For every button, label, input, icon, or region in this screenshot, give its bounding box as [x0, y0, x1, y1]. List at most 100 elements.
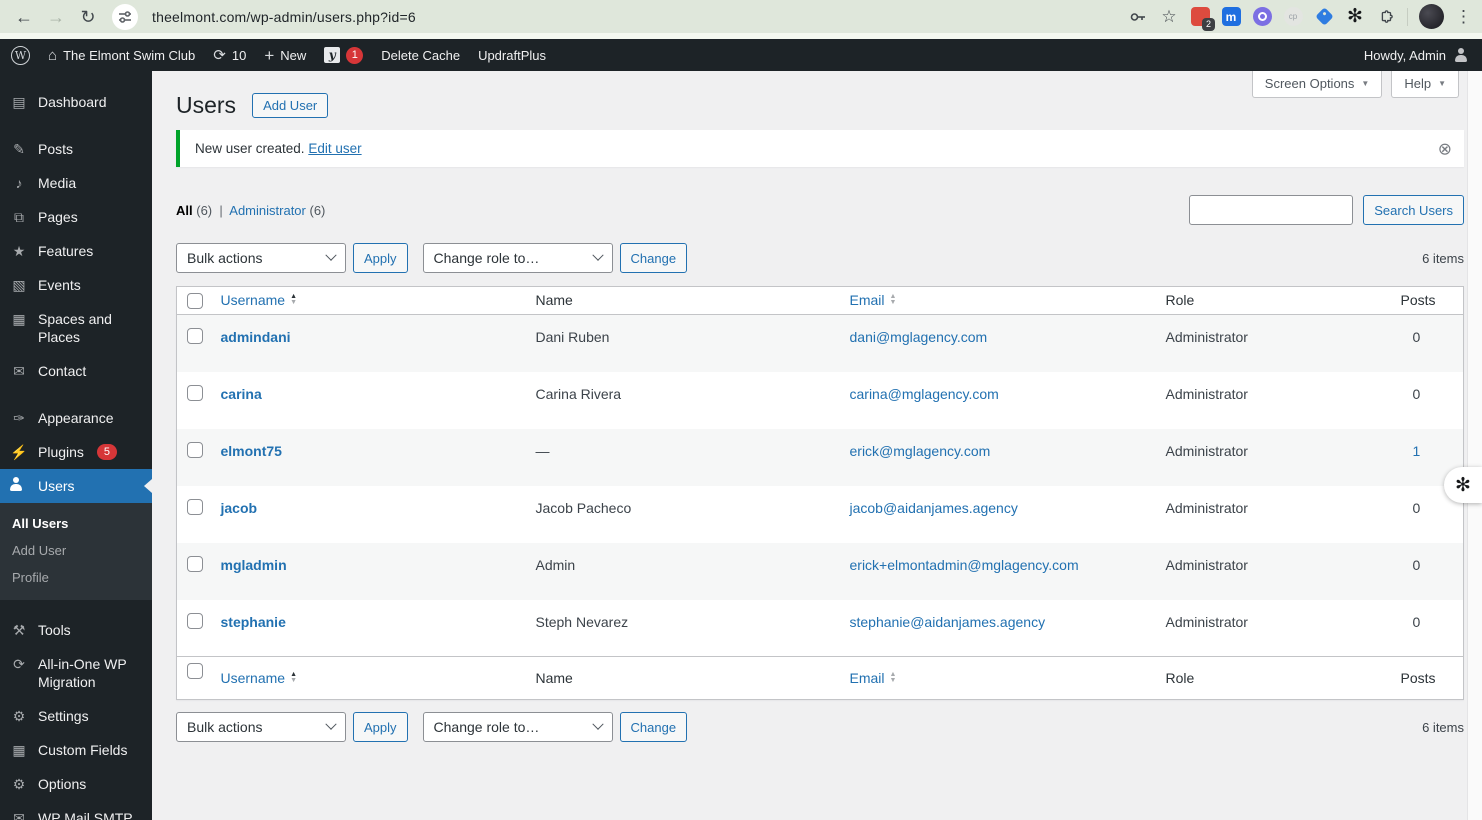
selected-item-arrow [144, 479, 152, 493]
sidebar-item-pages[interactable]: ⧉ Pages [0, 200, 152, 234]
sidebar-item-label: Spaces and Places [38, 311, 112, 345]
search-users-button[interactable]: Search Users [1363, 195, 1464, 225]
change-button[interactable]: Change [619, 243, 688, 273]
sidebar-item-contact[interactable]: ✉ Contact [0, 354, 152, 388]
name-header: Name [535, 292, 573, 308]
email-link[interactable]: dani@mglagency.com [850, 329, 988, 345]
sidebar-subitem-add-user[interactable]: Add User [0, 537, 152, 564]
email-link[interactable]: erick@mglagency.com [850, 443, 991, 459]
posts-count-link[interactable]: 1 [1413, 443, 1421, 459]
sort-email-link[interactable]: Email ▲ ▼ [850, 292, 897, 308]
screen-options-tab[interactable]: Screen Options ▼ [1251, 71, 1383, 98]
scrollbar-track[interactable] [1467, 71, 1482, 820]
extension-purple-icon[interactable] [1252, 7, 1272, 27]
url-text[interactable]: theelmont.com/wp-admin/users.php?id=6 [152, 9, 416, 25]
chatgpt-float-button[interactable]: ✻ [1444, 467, 1482, 503]
my-account-menu[interactable]: Howdy, Admin [1352, 48, 1480, 63]
sidebar-item-options[interactable]: ⚙ Options [0, 767, 152, 801]
sort-arrows-icon: ▲ ▼ [290, 293, 298, 306]
yoast-seo-menu[interactable]: y 1 [315, 39, 372, 71]
change-role-select[interactable]: Change role to… [422, 243, 613, 273]
extension-tag-icon[interactable] [1314, 7, 1334, 27]
help-tab[interactable]: Help ▼ [1391, 71, 1459, 98]
delete-cache-menu[interactable]: Delete Cache [372, 39, 469, 71]
edit-user-link[interactable]: Edit user [308, 141, 361, 156]
sidebar-item-all-in-one-wp-migration[interactable]: ⟳ All-in-One WP Migration [0, 647, 152, 699]
bookmark-star-icon[interactable]: ☆ [1159, 8, 1179, 25]
email-link[interactable]: stephanie@aidanjames.agency [850, 614, 1046, 630]
sidebar-item-features[interactable]: ★ Features [0, 234, 152, 268]
username-link[interactable]: mgladmin [221, 557, 287, 573]
updates-menu[interactable]: ⟳ 10 [204, 39, 255, 71]
sidebar-item-appearance[interactable]: ✑ Appearance [0, 401, 152, 435]
sidebar-item-wp-mail-smtp[interactable]: ✉ WP Mail SMTP [0, 801, 152, 820]
apply-button[interactable]: Apply [353, 243, 408, 273]
notice-banner: New user created. Edit user ⊗ [176, 130, 1464, 167]
search-users-input[interactable] [1189, 195, 1354, 225]
site-name-menu[interactable]: ⌂ The Elmont Swim Club [39, 39, 204, 71]
sidebar-item-spaces-and-places[interactable]: ▦ Spaces and Places [0, 302, 152, 354]
select-all-checkbox[interactable] [187, 293, 203, 309]
openai-extension-icon[interactable]: ✻ [1345, 7, 1365, 27]
browser-profile-avatar[interactable] [1419, 4, 1444, 29]
add-user-button[interactable]: Add User [252, 92, 329, 118]
yoast-icon: y [324, 47, 341, 63]
sidebar-subitem-profile[interactable]: Profile [0, 564, 152, 591]
sidebar-item-posts[interactable]: ✎ Posts [0, 132, 152, 166]
row-checkbox[interactable] [187, 555, 203, 572]
select-all-checkbox[interactable] [187, 663, 203, 679]
media-icon: ♪ [15, 175, 23, 191]
sidebar-item-users[interactable]: Users [0, 469, 152, 503]
row-checkbox[interactable] [187, 328, 203, 344]
sidebar-item-tools[interactable]: ⚒ Tools [0, 613, 152, 647]
sort-email-link[interactable]: Email ▲ ▼ [850, 670, 897, 686]
sidebar-item-custom-fields[interactable]: ▦ Custom Fields [0, 733, 152, 767]
username-link[interactable]: carina [221, 386, 262, 402]
browser-menu-icon[interactable]: ⋮ [1455, 7, 1472, 27]
filter-all-link[interactable]: All [176, 203, 193, 218]
forward-icon[interactable]: → [42, 8, 70, 26]
sidebar-item-events[interactable]: ▧ Events [0, 268, 152, 302]
row-checkbox[interactable] [187, 612, 203, 629]
password-key-icon[interactable] [1128, 7, 1148, 27]
sidebar-item-plugins[interactable]: ⚡ Plugins 5 [0, 435, 152, 469]
extensions-puzzle-icon[interactable] [1376, 7, 1396, 27]
email-link[interactable]: carina@mglagency.com [850, 386, 999, 402]
row-checkbox[interactable] [187, 384, 203, 401]
username-link[interactable]: elmont75 [221, 443, 282, 459]
dismiss-notice-icon[interactable]: ⊗ [1438, 140, 1452, 157]
name-cell: Carina Rivera [535, 385, 622, 402]
back-icon[interactable]: ← [10, 8, 38, 26]
site-info-button[interactable] [112, 3, 138, 30]
bulk-actions-select-bottom[interactable]: Bulk actions [176, 712, 346, 742]
sidebar-item-settings[interactable]: ⚙ Settings [0, 699, 152, 733]
table-header-row: Username ▲ ▼ Name Email ▲ ▼ Role Posts [176, 286, 1464, 315]
filter-administrator-link[interactable]: Administrator [229, 203, 306, 218]
wp-logo-menu[interactable]: W [2, 39, 39, 71]
extension-m-icon[interactable]: m [1221, 7, 1241, 27]
username-link[interactable]: jacob [221, 500, 258, 516]
sidebar-item-media[interactable]: ♪ Media [0, 166, 152, 200]
row-checkbox[interactable] [187, 441, 203, 458]
sort-username-link[interactable]: Username ▲ ▼ [221, 292, 298, 308]
username-link[interactable]: admindani [221, 329, 291, 345]
sidebar-menu: ▤ Dashboard ✎ Posts ♪ Media ⧉ Pages ★ Features ▧ Ev… [0, 85, 152, 820]
reload-icon[interactable]: ↻ [74, 8, 102, 26]
updraftplus-menu[interactable]: UpdraftPlus [469, 39, 555, 71]
bulk-actions-select[interactable]: Bulk actions [176, 243, 346, 273]
extension-red-icon[interactable]: 2 [1190, 7, 1215, 31]
change-button-bottom[interactable]: Change [619, 712, 688, 742]
tools-icon: ⚒ [12, 622, 26, 638]
chevron-down-icon [591, 718, 604, 730]
row-checkbox[interactable] [187, 498, 203, 515]
sort-username-link[interactable]: Username ▲ ▼ [221, 670, 298, 686]
change-role-select-bottom[interactable]: Change role to… [422, 712, 613, 742]
username-link[interactable]: stephanie [221, 614, 286, 630]
email-link[interactable]: erick+elmontadmin@mglagency.com [850, 557, 1079, 573]
extension-gray-icon[interactable]: cp [1283, 7, 1303, 27]
sidebar-item-dashboard[interactable]: ▤ Dashboard [0, 85, 152, 119]
new-content-menu[interactable]: + New [255, 39, 315, 71]
sidebar-subitem-all-users[interactable]: All Users [0, 510, 152, 537]
email-link[interactable]: jacob@aidanjames.agency [850, 500, 1018, 516]
apply-button-bottom[interactable]: Apply [353, 712, 408, 742]
